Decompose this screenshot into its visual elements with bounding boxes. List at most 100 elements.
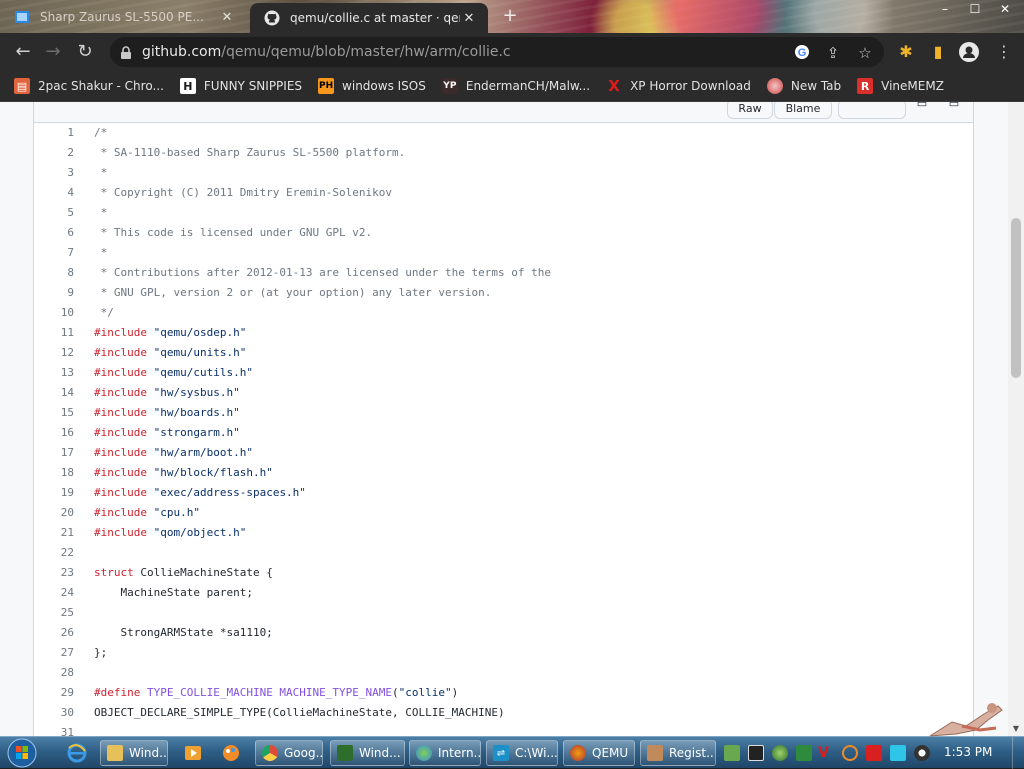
tray-search-icon[interactable]: [842, 745, 858, 761]
task-qemu[interactable]: QEMU: [563, 740, 635, 766]
line-number[interactable]: 21: [34, 523, 74, 543]
window-close-icon[interactable]: ✕: [990, 0, 1020, 20]
line-number[interactable]: 10: [34, 303, 74, 323]
line-number[interactable]: 12: [34, 343, 74, 363]
close-icon[interactable]: ✕: [460, 11, 478, 26]
maximize-icon[interactable]: ☐: [960, 0, 990, 20]
tab-sharp-zaurus[interactable]: Sharp Zaurus SL-5500 PE... ✕: [0, 2, 246, 32]
tray-volume-icon[interactable]: [914, 745, 930, 761]
line-number[interactable]: 20: [34, 503, 74, 523]
close-icon[interactable]: ✕: [218, 10, 236, 25]
paint-icon[interactable]: [212, 740, 250, 766]
copy-icon[interactable]: ▭: [912, 102, 932, 115]
tray-v-icon[interactable]: V: [818, 745, 834, 761]
extensions-icon[interactable]: ✱: [896, 42, 916, 62]
code-token: OBJECT_DECLARE_SIMPLE_TYPE(CollieMachine…: [94, 706, 505, 719]
line-number[interactable]: 29: [34, 683, 74, 703]
reload-icon[interactable]: ↻: [74, 41, 96, 63]
scrollbar-thumb[interactable]: [1011, 218, 1021, 378]
address-bar[interactable]: github.com/qemu/qemu/blob/master/hw/arm/…: [110, 37, 884, 67]
line-number[interactable]: 13: [34, 363, 74, 383]
page-scrollbar[interactable]: ▼: [1008, 102, 1024, 736]
line-number[interactable]: 25: [34, 603, 74, 623]
side-panel-icon[interactable]: ▮: [928, 42, 948, 62]
bookmark-windows-isos[interactable]: PH windows ISOS: [318, 78, 426, 94]
line-number[interactable]: 26: [34, 623, 74, 643]
code-token: #include: [94, 426, 147, 439]
tray-green-icon[interactable]: [796, 745, 812, 761]
bookmark-vinememz[interactable]: R VineMEMZ: [857, 78, 944, 94]
code-token: * This code is licensed under GNU GPL v2…: [94, 226, 373, 239]
line-number[interactable]: 30: [34, 703, 74, 723]
code-line: 13 #include "qemu/cutils.h": [34, 363, 973, 383]
line-number[interactable]: 16: [34, 423, 74, 443]
clock[interactable]: 1:53 PM: [944, 745, 992, 759]
line-number[interactable]: 15: [34, 403, 74, 423]
line-number[interactable]: 6: [34, 223, 74, 243]
scroll-down-icon[interactable]: ▼: [1008, 722, 1024, 736]
bookmark-2pac[interactable]: ▤ 2pac Shakur - Chro...: [14, 78, 164, 94]
raw-button[interactable]: Raw: [727, 102, 773, 119]
blame-button[interactable]: Blame: [774, 102, 832, 119]
line-number[interactable]: 2: [34, 143, 74, 163]
line-number[interactable]: 1: [34, 123, 74, 143]
line-number[interactable]: 7: [34, 243, 74, 263]
task-cmd[interactable]: ⇌ C:\Wi...: [486, 740, 558, 766]
line-number[interactable]: 22: [34, 543, 74, 563]
task-registry[interactable]: Regist...: [640, 740, 716, 766]
line-number[interactable]: 28: [34, 663, 74, 683]
trash-icon[interactable]: ▭: [944, 102, 964, 115]
code-text: MachineState parent;: [74, 583, 252, 603]
code-text: * This code is licensed under GNU GPL v2…: [74, 223, 373, 243]
profile-avatar-icon[interactable]: [959, 42, 979, 62]
bookmark-funny-snippies[interactable]: H FUNNY SNIPPIES: [179, 78, 302, 94]
task-explorer[interactable]: Wind...: [100, 740, 168, 766]
line-number[interactable]: 23: [34, 563, 74, 583]
task-internet[interactable]: Intern...: [409, 740, 481, 766]
new-tab-icon[interactable]: +: [500, 6, 520, 26]
start-button[interactable]: [6, 738, 38, 768]
line-number[interactable]: 8: [34, 263, 74, 283]
line-number[interactable]: 31: [34, 723, 74, 736]
ie-pinned-icon[interactable]: [58, 740, 96, 766]
line-number[interactable]: 24: [34, 583, 74, 603]
tray-monitor-icon[interactable]: [890, 745, 906, 761]
tab-collie-c[interactable]: qemu/collie.c at master · qemu/... ✕: [250, 3, 488, 33]
star-icon[interactable]: ☆: [856, 44, 874, 62]
tray-f1-icon[interactable]: [748, 745, 764, 761]
bookmark-xp-horror[interactable]: X XP Horror Download: [606, 77, 751, 95]
line-number[interactable]: 17: [34, 443, 74, 463]
back-arrow-icon[interactable]: ←: [12, 41, 34, 63]
tray-network-icon[interactable]: [724, 745, 740, 761]
code-text: */: [74, 303, 114, 323]
code-line: 5 *: [34, 203, 973, 223]
share-icon[interactable]: ⇪: [824, 44, 842, 62]
line-number[interactable]: 3: [34, 163, 74, 183]
code-token: #define: [94, 686, 141, 699]
forward-arrow-icon[interactable]: →: [42, 41, 64, 63]
menu-kebab-icon[interactable]: ⋮: [994, 42, 1014, 62]
media-player-icon[interactable]: [174, 740, 212, 766]
task-windows[interactable]: Wind...: [330, 740, 405, 766]
minimize-icon[interactable]: –: [930, 0, 960, 20]
line-number[interactable]: 14: [34, 383, 74, 403]
show-desktop-button[interactable]: [1012, 737, 1024, 769]
line-number[interactable]: 4: [34, 183, 74, 203]
edit-buttons[interactable]: [838, 102, 906, 119]
line-number[interactable]: 5: [34, 203, 74, 223]
code-text: #include "strongarm.h": [74, 423, 240, 443]
bookmark-new-tab[interactable]: New Tab: [766, 78, 841, 94]
tray-recycle-icon[interactable]: [772, 745, 788, 761]
google-lens-icon[interactable]: G: [793, 44, 811, 62]
code-text: * SA-1110-based Sharp Zaurus SL-5500 pla…: [74, 143, 406, 163]
line-number[interactable]: 27: [34, 643, 74, 663]
line-number[interactable]: 19: [34, 483, 74, 503]
task-chrome[interactable]: Goog...: [255, 740, 323, 766]
line-number[interactable]: 9: [34, 283, 74, 303]
bookmark-endermanch[interactable]: YP EndermanCH/Malw...: [441, 78, 590, 94]
tray-flag-icon[interactable]: [866, 745, 882, 761]
line-number[interactable]: 11: [34, 323, 74, 343]
line-number[interactable]: 18: [34, 463, 74, 483]
code-text: *: [74, 243, 108, 263]
